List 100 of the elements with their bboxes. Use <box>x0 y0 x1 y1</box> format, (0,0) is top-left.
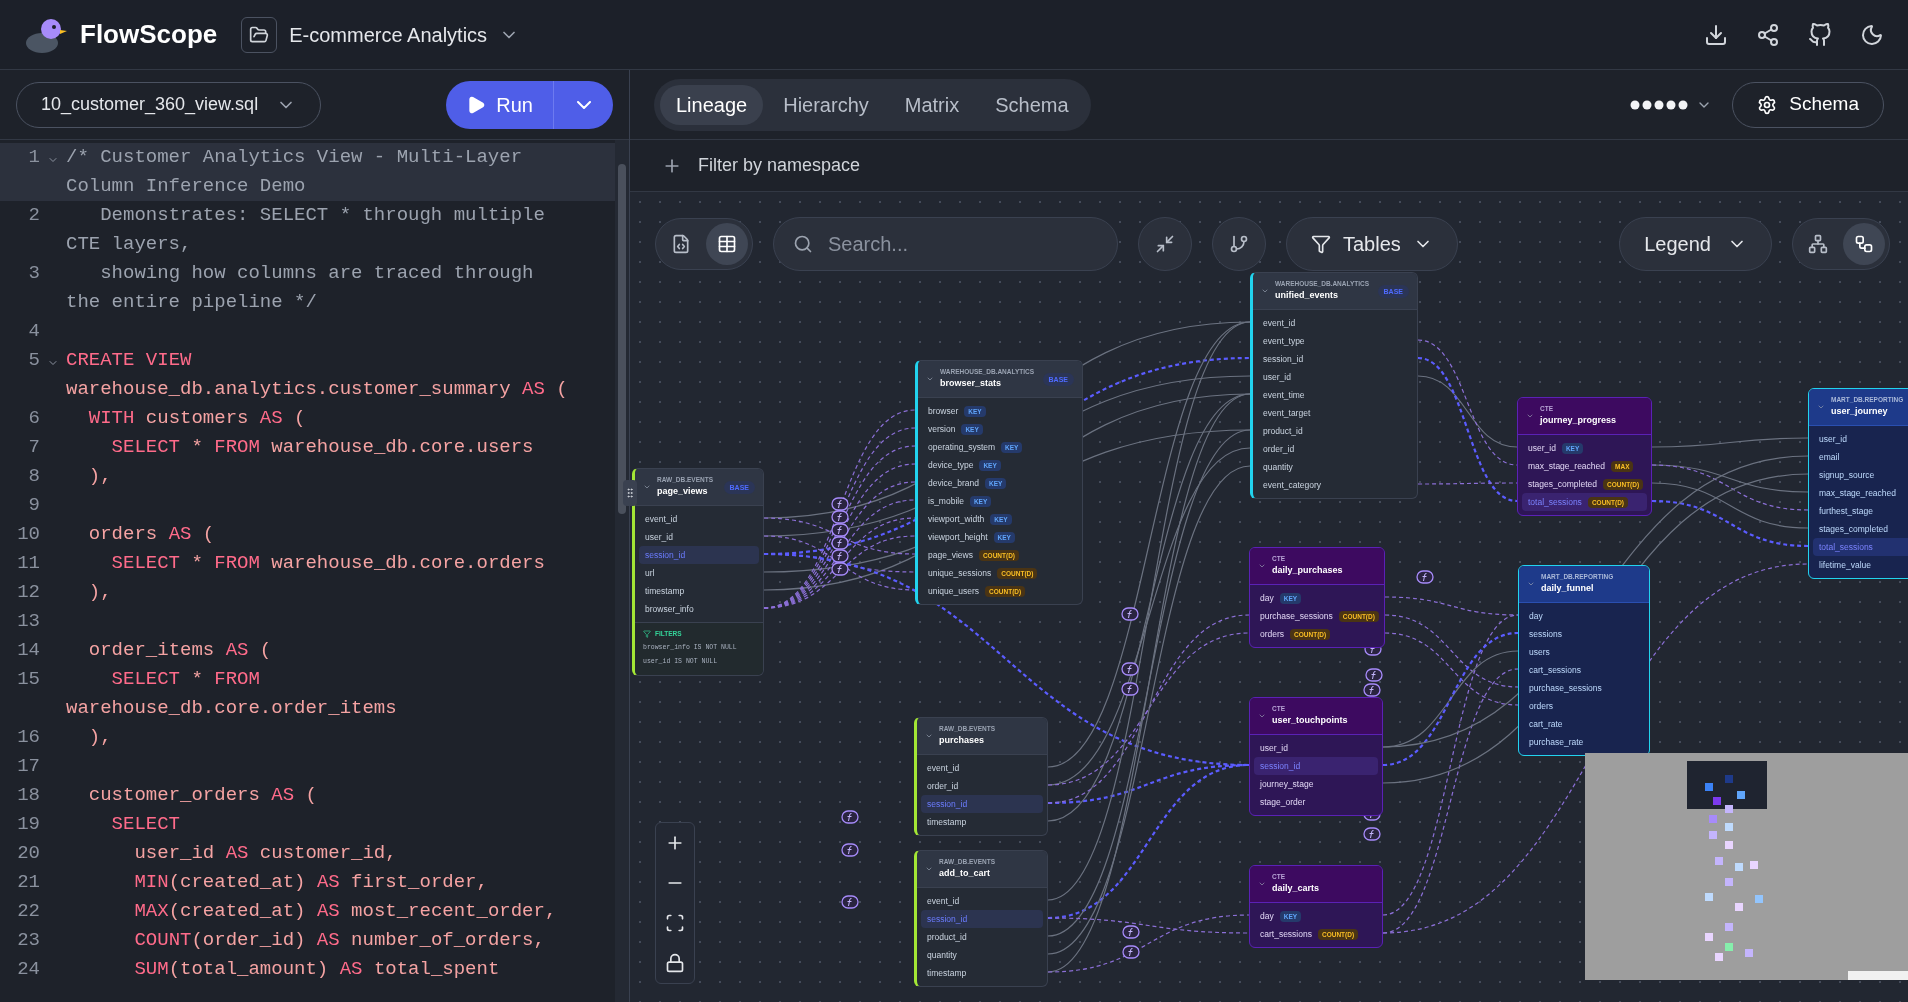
share-icon[interactable] <box>1756 22 1780 47</box>
search-field[interactable]: Search... <box>773 217 1118 271</box>
github-icon[interactable] <box>1808 22 1832 47</box>
app-title: FlowScope <box>80 18 218 51</box>
column-row[interactable]: signup_source <box>1813 466 1908 484</box>
column-row[interactable]: product_id <box>921 928 1043 946</box>
column-row[interactable]: event_type <box>1257 332 1413 350</box>
column-row[interactable]: session_id <box>921 795 1043 813</box>
collapse-icon[interactable] <box>1258 880 1266 888</box>
column-row[interactable]: email <box>1813 448 1908 466</box>
minimap[interactable] <box>1585 753 1908 980</box>
line-number: 1 <box>27 145 40 170</box>
view-tab[interactable]: Lineage <box>660 84 764 125</box>
column-row[interactable]: event_target <box>1257 404 1413 422</box>
function-badge-icon <box>831 510 849 524</box>
column-row[interactable]: quantity <box>1257 458 1413 476</box>
column-name: day <box>1260 591 1274 605</box>
column-row[interactable]: event_id <box>921 892 1043 910</box>
collapse-icon[interactable] <box>1261 287 1269 295</box>
collapse-icon[interactable] <box>1817 403 1825 411</box>
line-number: 8 <box>27 464 40 489</box>
code-line: user_id AS customer_id, <box>133 841 398 866</box>
column-row[interactable]: quantity <box>921 946 1043 964</box>
collapse-button[interactable] <box>1138 217 1192 271</box>
line-number: 12 <box>16 580 40 605</box>
project-folder-button[interactable] <box>241 16 278 53</box>
column-row[interactable]: event_time <box>1257 386 1413 404</box>
column-row[interactable]: user_id <box>1254 739 1378 757</box>
column-row[interactable]: session_id <box>1254 757 1378 775</box>
function-badge-icon <box>831 549 849 563</box>
column-name: event_category <box>1263 478 1322 492</box>
column-row[interactable]: day <box>1523 607 1645 625</box>
collapse-icon[interactable] <box>1527 580 1535 588</box>
column-row[interactable]: event_category <box>1257 476 1413 494</box>
column-row[interactable]: orders <box>1523 697 1645 715</box>
function-badge-icon <box>1121 682 1139 696</box>
column-row[interactable]: user_id <box>639 528 759 546</box>
column-row[interactable]: stage_order <box>1254 793 1378 811</box>
column-row[interactable]: session_id <box>639 546 759 564</box>
view-tab[interactable]: Matrix <box>888 84 976 125</box>
branch-button[interactable] <box>1212 217 1266 271</box>
collapse-icon[interactable] <box>926 375 934 383</box>
column-name: users <box>1529 645 1550 659</box>
column-row[interactable]: user_id <box>1257 368 1413 386</box>
collapse-icon[interactable] <box>925 732 933 740</box>
collapse-icon[interactable] <box>1258 562 1266 570</box>
legend-dropdown[interactable]: Legend <box>1619 217 1772 271</box>
collapse-icon[interactable] <box>1526 412 1534 420</box>
column-row[interactable]: event_id <box>639 510 759 528</box>
scrollbar-thumb[interactable] <box>618 164 626 514</box>
line-number: 5 <box>27 348 40 373</box>
column-row[interactable]: sessions <box>1523 625 1645 643</box>
column-row[interactable]: timestamp <box>921 813 1043 831</box>
column-row[interactable]: user_id <box>1813 430 1908 448</box>
view-tab[interactable]: Hierarchy <box>767 84 885 125</box>
column-row[interactable]: users <box>1523 643 1645 661</box>
column-row[interactable]: furthest_stage <box>1813 502 1908 520</box>
column-row[interactable]: order_id <box>921 777 1043 795</box>
column-name: timestamp <box>645 584 685 598</box>
tables-dropdown[interactable]: Tables <box>1286 217 1458 271</box>
column-row[interactable]: event_id <box>1257 314 1413 332</box>
view-mode-button[interactable] <box>706 223 748 265</box>
column-row[interactable]: journey_stage <box>1254 775 1378 793</box>
column-name: purchase_sessions <box>1260 609 1333 623</box>
code-file-icon <box>671 234 691 254</box>
table-node[interactable] <box>915 360 1083 605</box>
line-number: 16 <box>16 725 40 750</box>
dark-mode-icon[interactable] <box>1860 22 1884 47</box>
column-row[interactable]: total_sessions <box>1813 538 1908 556</box>
column-row[interactable]: purchase_sessions <box>1523 679 1645 697</box>
node-title: daily_funnel <box>1541 582 1595 596</box>
column-row[interactable]: session_id <box>1257 350 1413 368</box>
lock-icon[interactable] <box>665 953 685 973</box>
column-row[interactable]: order_id <box>1257 440 1413 458</box>
column-row[interactable]: cart_sessions <box>1523 661 1645 679</box>
column-row[interactable]: timestamp <box>639 582 759 600</box>
column-row[interactable]: product_id <box>1257 422 1413 440</box>
column-row[interactable]: browser_info <box>639 600 759 618</box>
resize-handle[interactable] <box>623 480 637 506</box>
column-row[interactable]: cart_rate <box>1523 715 1645 733</box>
line-number: 2 <box>27 203 40 228</box>
column-row[interactable]: stages_completed <box>1813 520 1908 538</box>
column-row[interactable]: max_stage_reached <box>1813 484 1908 502</box>
column-row[interactable]: url <box>639 564 759 582</box>
download-icon[interactable] <box>1704 22 1728 47</box>
collapse-icon[interactable] <box>1258 712 1266 720</box>
column-row[interactable]: timestamp <box>921 964 1043 982</box>
project-selector[interactable]: E-commerce Analytics <box>289 19 520 50</box>
filter-namespace-button[interactable]: Filter by namespace <box>662 152 861 179</box>
fit-view-icon[interactable] <box>665 913 685 933</box>
column-row[interactable]: purchase_rate <box>1523 733 1645 751</box>
collapse-icon[interactable] <box>643 483 651 491</box>
layout-button[interactable] <box>1843 223 1885 265</box>
column-row[interactable]: event_id <box>921 759 1043 777</box>
view-tab[interactable]: Schema <box>979 84 1085 125</box>
function-badge-icon <box>1363 827 1381 841</box>
node-title: page_views <box>657 485 709 499</box>
collapse-icon[interactable] <box>925 865 933 873</box>
column-row[interactable]: session_id <box>921 910 1043 928</box>
column-row[interactable]: lifetime_value <box>1813 556 1908 574</box>
